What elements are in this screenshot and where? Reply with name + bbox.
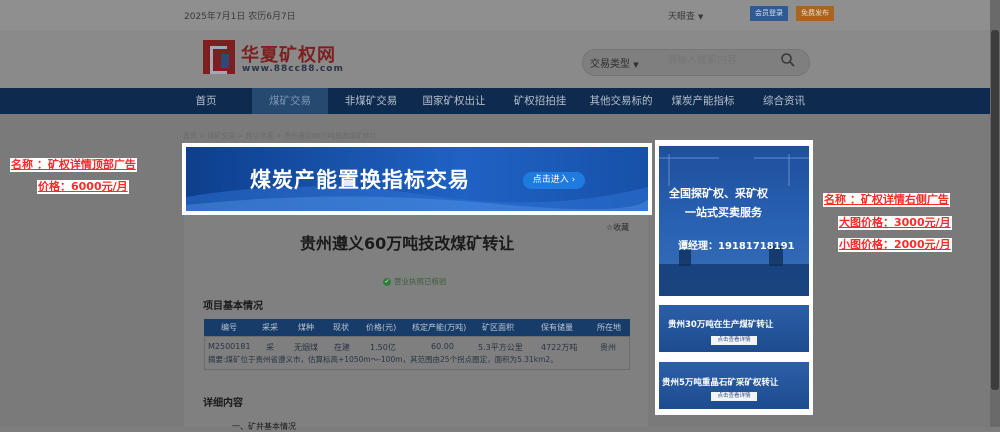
main-nav bbox=[0, 88, 1000, 114]
table-header-cell: 核定产能(万吨) bbox=[412, 323, 467, 332]
table-cell-id: M2500181 bbox=[208, 342, 251, 351]
license-verified: ✓ 营业执照已核验 bbox=[383, 276, 447, 287]
nav-item-auction[interactable]: 矿权招拍挂 bbox=[506, 88, 574, 114]
table-cell: 无烟煤 bbox=[294, 343, 318, 352]
table-header-cell: 现状 bbox=[333, 323, 349, 332]
section-detail-title: 详细内容 bbox=[203, 398, 243, 409]
table-header-cell: 保有储量 bbox=[541, 323, 573, 332]
annotation-left-name: 名称 ：矿权详情顶部广告 bbox=[10, 158, 137, 172]
project-title: 贵州遵义60万吨技改煤矿转让 bbox=[300, 234, 515, 253]
table-header-cell: 所在地 bbox=[597, 323, 621, 332]
free-post-button[interactable]: 免费发布 bbox=[796, 6, 834, 21]
search-input[interactable] bbox=[667, 55, 777, 66]
right-ad-small-1-title: 贵州30万吨在生产煤矿转让 bbox=[668, 320, 774, 330]
verified-label: 营业执照已核验 bbox=[394, 277, 447, 286]
table-cell: 贵州 bbox=[600, 343, 616, 352]
logo-url: www.88cc88.com bbox=[242, 64, 344, 74]
table-header-cell: 煤种 bbox=[298, 323, 314, 332]
right-ad-big-phone: 谭经理：19181718191 bbox=[678, 241, 795, 252]
caret-down-icon: ▼ bbox=[633, 61, 639, 69]
table-cell: 采 bbox=[266, 343, 274, 352]
chevron-down-icon: ▼ bbox=[698, 13, 704, 21]
table-cell: 4722万吨 bbox=[541, 343, 578, 352]
check-icon: ✓ bbox=[383, 278, 391, 286]
top-ad-enter-button[interactable]: 点击进入 › bbox=[523, 172, 585, 189]
annotation-right-small-price: 小图价格：2000元/月 bbox=[838, 238, 952, 252]
date-text: 2025年7月1日 农历6月7日 bbox=[184, 12, 296, 22]
logo-icon[interactable] bbox=[203, 40, 235, 74]
table-header-cell: 编号 bbox=[221, 323, 237, 332]
table-cell: 在建 bbox=[334, 343, 350, 352]
annotation-right-big-price: 大图价格：3000元/月 bbox=[838, 216, 952, 230]
trade-type-label: 交易类型 bbox=[590, 59, 630, 70]
nav-item-home[interactable]: 首页 bbox=[188, 88, 224, 114]
right-ad-small-2-button[interactable]: 点击查看详情 bbox=[711, 392, 757, 401]
annotation-left-price: 价格：6000元/月 bbox=[37, 180, 129, 194]
table-header-cell: 价格(元) bbox=[366, 323, 397, 332]
nav-item-news[interactable]: 综合资讯 bbox=[758, 88, 810, 114]
crane-decoration bbox=[659, 154, 809, 296]
right-ad-big-line1: 全国探矿权、采矿权 bbox=[669, 187, 768, 200]
breadcrumb[interactable]: 首页 > 煤矿交易 > 转让信息 > 贵州遵义60万吨技改煤矿转让 bbox=[183, 131, 377, 141]
table-cell: 5.3平方公里 bbox=[478, 343, 523, 352]
top-ad-enter-label: 点击进入 bbox=[532, 175, 569, 185]
section-basic-title: 项目基本情况 bbox=[203, 301, 263, 312]
tianyancha-label: 天眼查 bbox=[668, 12, 696, 22]
nav-item-noncoal-trade[interactable]: 非煤矿交易 bbox=[340, 88, 402, 114]
right-ad-big-line2: 一站式买卖服务 bbox=[685, 206, 762, 219]
nav-item-capacity-index[interactable]: 煤炭产能指标 bbox=[668, 88, 738, 114]
right-ad-small-2-title: 贵州5万吨重晶石矿采矿权转让 bbox=[662, 378, 779, 388]
nav-item-coal-trade[interactable]: 煤矿交易 bbox=[252, 88, 328, 114]
search-icon[interactable] bbox=[780, 52, 796, 68]
header bbox=[0, 30, 1000, 88]
top-ad-title: 煤炭产能置换指标交易 bbox=[250, 168, 470, 192]
login-button[interactable]: 会员登录 bbox=[750, 6, 788, 21]
project-summary: 摘要:煤矿位于贵州省遵义市，估算标高+1050m～-100m，其范围由25个拐点… bbox=[208, 355, 558, 364]
trade-type-select[interactable]: 交易类型 ▼ bbox=[590, 55, 639, 70]
arrow-right-icon: › bbox=[571, 175, 576, 185]
scrollbar-thumb[interactable] bbox=[991, 30, 999, 390]
top-bar bbox=[0, 0, 1000, 30]
table-cell: 60.00 bbox=[431, 342, 454, 351]
nav-item-other-assets[interactable]: 其他交易标的 bbox=[586, 88, 656, 114]
table-cell: 1.50亿 bbox=[370, 343, 396, 352]
nav-item-national-transfer[interactable]: 国家矿权出让 bbox=[418, 88, 490, 114]
right-ad-big[interactable] bbox=[659, 146, 809, 296]
tianyancha-dropdown[interactable]: 天眼查 ▼ bbox=[668, 9, 703, 22]
right-ad-small-1-button[interactable]: 点击查看详情 bbox=[711, 336, 757, 345]
annotation-right-name: 名称 ：矿权详情右侧广告 bbox=[823, 193, 950, 207]
table-header-cell: 采采 bbox=[262, 323, 278, 332]
favorite-button[interactable]: ☆收藏 bbox=[606, 222, 629, 233]
table-header-cell: 矿区面积 bbox=[482, 323, 514, 332]
